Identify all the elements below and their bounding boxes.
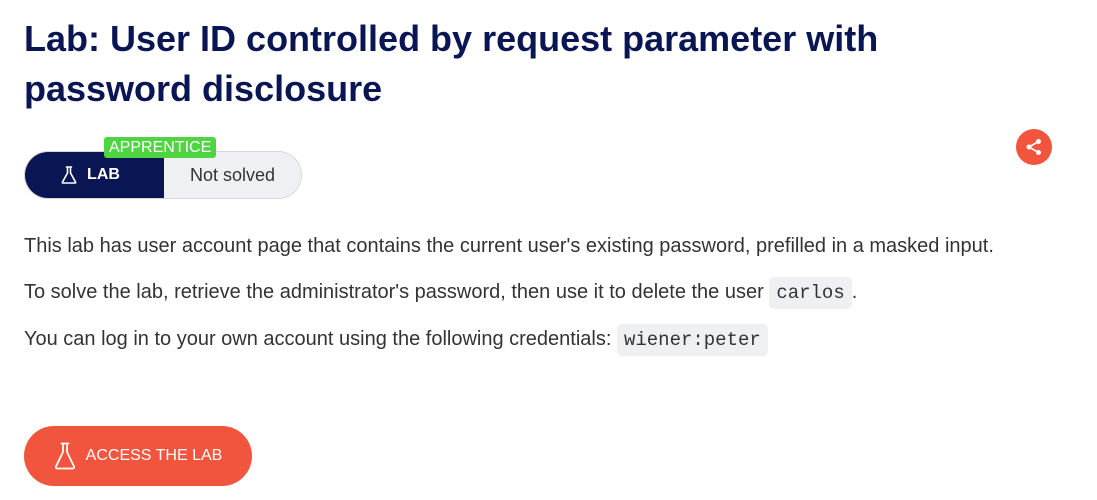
lab-description: This lab has user account page that cont…: [24, 228, 1034, 368]
level-tag: APPRENTICE: [104, 137, 217, 158]
description-paragraph: To solve the lab, retrieve the administr…: [24, 274, 1034, 311]
description-text: You can log in to your own account using…: [24, 328, 617, 350]
page-title: Lab: User ID controlled by request param…: [24, 18, 879, 109]
flask-icon: [61, 166, 77, 184]
lab-page: Lab: User ID controlled by request param…: [0, 0, 1097, 500]
share-button[interactable]: [1016, 129, 1052, 165]
lab-status-badge: APPRENTICE LAB Not solved: [24, 137, 302, 199]
solved-status: Not solved: [164, 152, 301, 198]
access-lab-label: ACCESS THE LAB: [85, 447, 223, 464]
lab-pill: LAB Not solved: [24, 151, 302, 199]
description-text: .: [851, 281, 858, 303]
flask-icon: [54, 442, 76, 470]
description-paragraph: You can log in to your own account using…: [24, 321, 1034, 358]
share-icon: [1025, 138, 1043, 156]
access-lab-button[interactable]: ACCESS THE LAB: [24, 426, 252, 486]
description-paragraph: This lab has user account page that cont…: [24, 235, 994, 257]
credentials-code: wiener:peter: [616, 324, 768, 356]
target-username-code: carlos: [769, 277, 852, 309]
description-text: To solve the lab, retrieve the administr…: [24, 281, 770, 303]
lab-type-text: LAB: [87, 166, 120, 183]
lab-type-label: LAB: [25, 152, 164, 198]
